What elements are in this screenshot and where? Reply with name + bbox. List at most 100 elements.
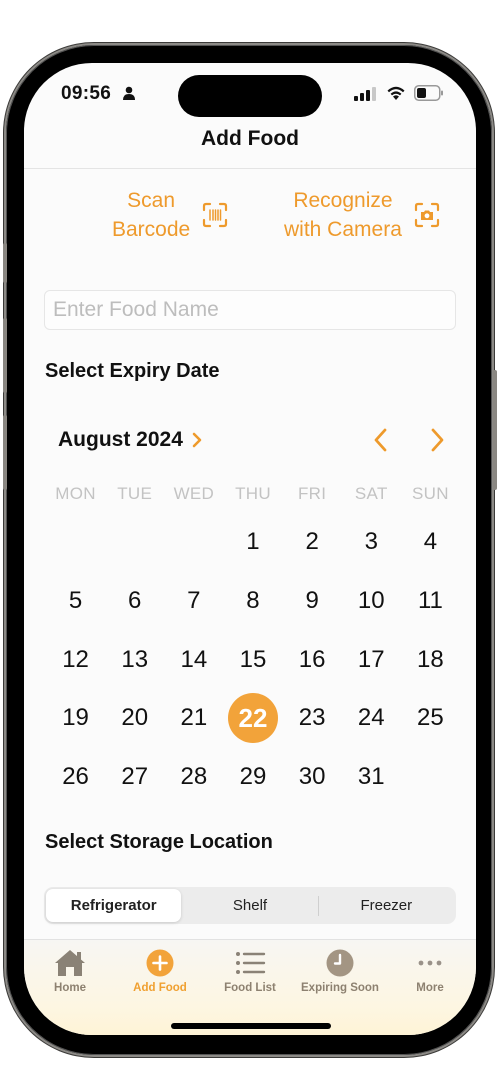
calendar-day[interactable]: 25	[401, 689, 460, 748]
day-number: 23	[298, 704, 326, 732]
cellular-signal-icon	[354, 87, 376, 101]
weekday-label: FRI	[297, 484, 327, 503]
calendar-day[interactable]: 16	[283, 630, 342, 689]
day-number: 1	[246, 528, 260, 556]
calendar-day[interactable]: 7	[164, 572, 223, 631]
calendar-day[interactable]: 5	[46, 572, 105, 631]
day-number: 7	[187, 587, 201, 615]
month-picker-toggle[interactable]: August 2024	[58, 428, 203, 452]
day-number: 28	[180, 763, 208, 791]
calendar-day[interactable]: 18	[401, 630, 460, 689]
tab-food-list[interactable]: Food List	[205, 948, 295, 994]
calendar-day[interactable]: 12	[46, 630, 105, 689]
dynamic-island	[178, 75, 322, 117]
calendar-days-grid: 1 2 3 4 5 6 7 8 9 10 11 12 13 14 15 16 17 18 19 20 21 22 23 24 2…	[46, 513, 460, 806]
calendar-day-selected[interactable]: 22	[223, 689, 282, 748]
recognize-camera-label-line2: with Camera	[284, 218, 402, 241]
camera-viewfinder-icon	[414, 202, 439, 228]
calendar-day[interactable]: 3	[342, 513, 401, 572]
weekday-label: WED	[173, 484, 215, 503]
storage-location-heading: Select Storage Location	[45, 831, 273, 853]
day-number: 16	[298, 645, 326, 673]
weekday-label: MON	[55, 484, 96, 503]
day-number: 26	[62, 763, 89, 791]
calendar-day[interactable]: 6	[105, 572, 164, 631]
empty-day-cell	[105, 513, 164, 572]
empty-day-cell	[164, 513, 223, 572]
plus-circle-icon	[146, 949, 174, 977]
segment-freezer[interactable]: Freezer	[319, 889, 454, 922]
calendar-day[interactable]: 30	[283, 748, 342, 807]
volume-up-button	[3, 318, 7, 393]
calendar-day[interactable]: 27	[105, 748, 164, 807]
day-number: 29	[239, 763, 267, 791]
clock-icon	[326, 949, 354, 977]
day-number: 30	[298, 763, 326, 791]
calendar-day[interactable]: 14	[164, 630, 223, 689]
day-number: 3	[364, 528, 378, 556]
calendar-day[interactable]: 9	[283, 572, 342, 631]
calendar-day[interactable]: 4	[401, 513, 460, 572]
page-title: Add Food	[201, 127, 299, 150]
status-bar: 09:56	[24, 63, 476, 125]
month-label: August 2024	[58, 428, 183, 451]
calendar-day[interactable]: 20	[105, 689, 164, 748]
status-time: 09:56	[61, 83, 112, 104]
day-number: 18	[417, 645, 444, 673]
previous-month-button[interactable]	[372, 427, 390, 453]
calendar-day[interactable]: 29	[223, 748, 282, 807]
person-icon	[123, 86, 135, 100]
day-number: 12	[62, 645, 89, 673]
weekday-header-row: MON TUE WED THU FRI SAT SUN	[46, 484, 460, 504]
scan-barcode-button[interactable]: Scan Barcode	[112, 186, 228, 244]
header-divider	[24, 168, 476, 169]
app-screen: 09:56 Add Food Scan Barcode Recognize wi…	[24, 63, 476, 1035]
recognize-camera-label-line1: Recognize	[293, 189, 393, 212]
calendar-day[interactable]: 31	[342, 748, 401, 807]
calendar-day[interactable]: 28	[164, 748, 223, 807]
home-indicator	[171, 1023, 331, 1029]
calendar-day[interactable]: 13	[105, 630, 164, 689]
calendar-day[interactable]: 24	[342, 689, 401, 748]
calendar-day[interactable]: 26	[46, 748, 105, 807]
expiry-date-heading: Select Expiry Date	[45, 360, 220, 382]
day-number: 6	[128, 587, 142, 615]
day-number: 25	[417, 704, 444, 732]
next-month-button[interactable]	[428, 427, 446, 453]
calendar-day[interactable]: 8	[223, 572, 282, 631]
day-number: 24	[357, 704, 385, 732]
barcode-viewfinder-icon	[203, 202, 228, 228]
calendar-day[interactable]: 21	[164, 689, 223, 748]
tab-expiring-soon[interactable]: Expiring Soon	[295, 948, 385, 994]
calendar-day[interactable]: 23	[283, 689, 342, 748]
segment-shelf[interactable]: Shelf	[182, 889, 317, 922]
calendar-day[interactable]: 19	[46, 689, 105, 748]
calendar-day[interactable]: 2	[283, 513, 342, 572]
tab-home[interactable]: Home	[25, 948, 115, 994]
day-number: 4	[423, 528, 438, 556]
calendar-day[interactable]: 10	[342, 572, 401, 631]
scan-barcode-label-line2: Barcode	[112, 218, 191, 241]
tab-add-food[interactable]: Add Food	[115, 948, 205, 994]
day-number: 20	[121, 704, 149, 732]
wifi-icon	[387, 86, 405, 100]
volume-down-button	[3, 415, 7, 490]
calendar-day[interactable]: 11	[401, 572, 460, 631]
segment-refrigerator[interactable]: Refrigerator	[46, 889, 182, 922]
list-icon	[236, 952, 266, 974]
recognize-camera-button[interactable]: Recognize with Camera	[284, 186, 440, 244]
battery-icon	[414, 85, 443, 101]
tab-label: Food List	[224, 982, 276, 994]
food-name-input[interactable]	[44, 290, 456, 330]
weekday-label: THU	[235, 484, 271, 503]
day-number: 31	[357, 763, 385, 791]
calendar-day[interactable]: 1	[223, 513, 282, 572]
tab-label: Expiring Soon	[301, 982, 379, 994]
chevron-right-icon	[192, 432, 202, 448]
calendar-day[interactable]: 17	[342, 630, 401, 689]
calendar-day[interactable]: 15	[223, 630, 282, 689]
day-number: 17	[357, 645, 385, 673]
day-number: 10	[357, 587, 385, 615]
tab-more[interactable]: More	[385, 948, 475, 994]
day-number: 2	[305, 528, 319, 556]
